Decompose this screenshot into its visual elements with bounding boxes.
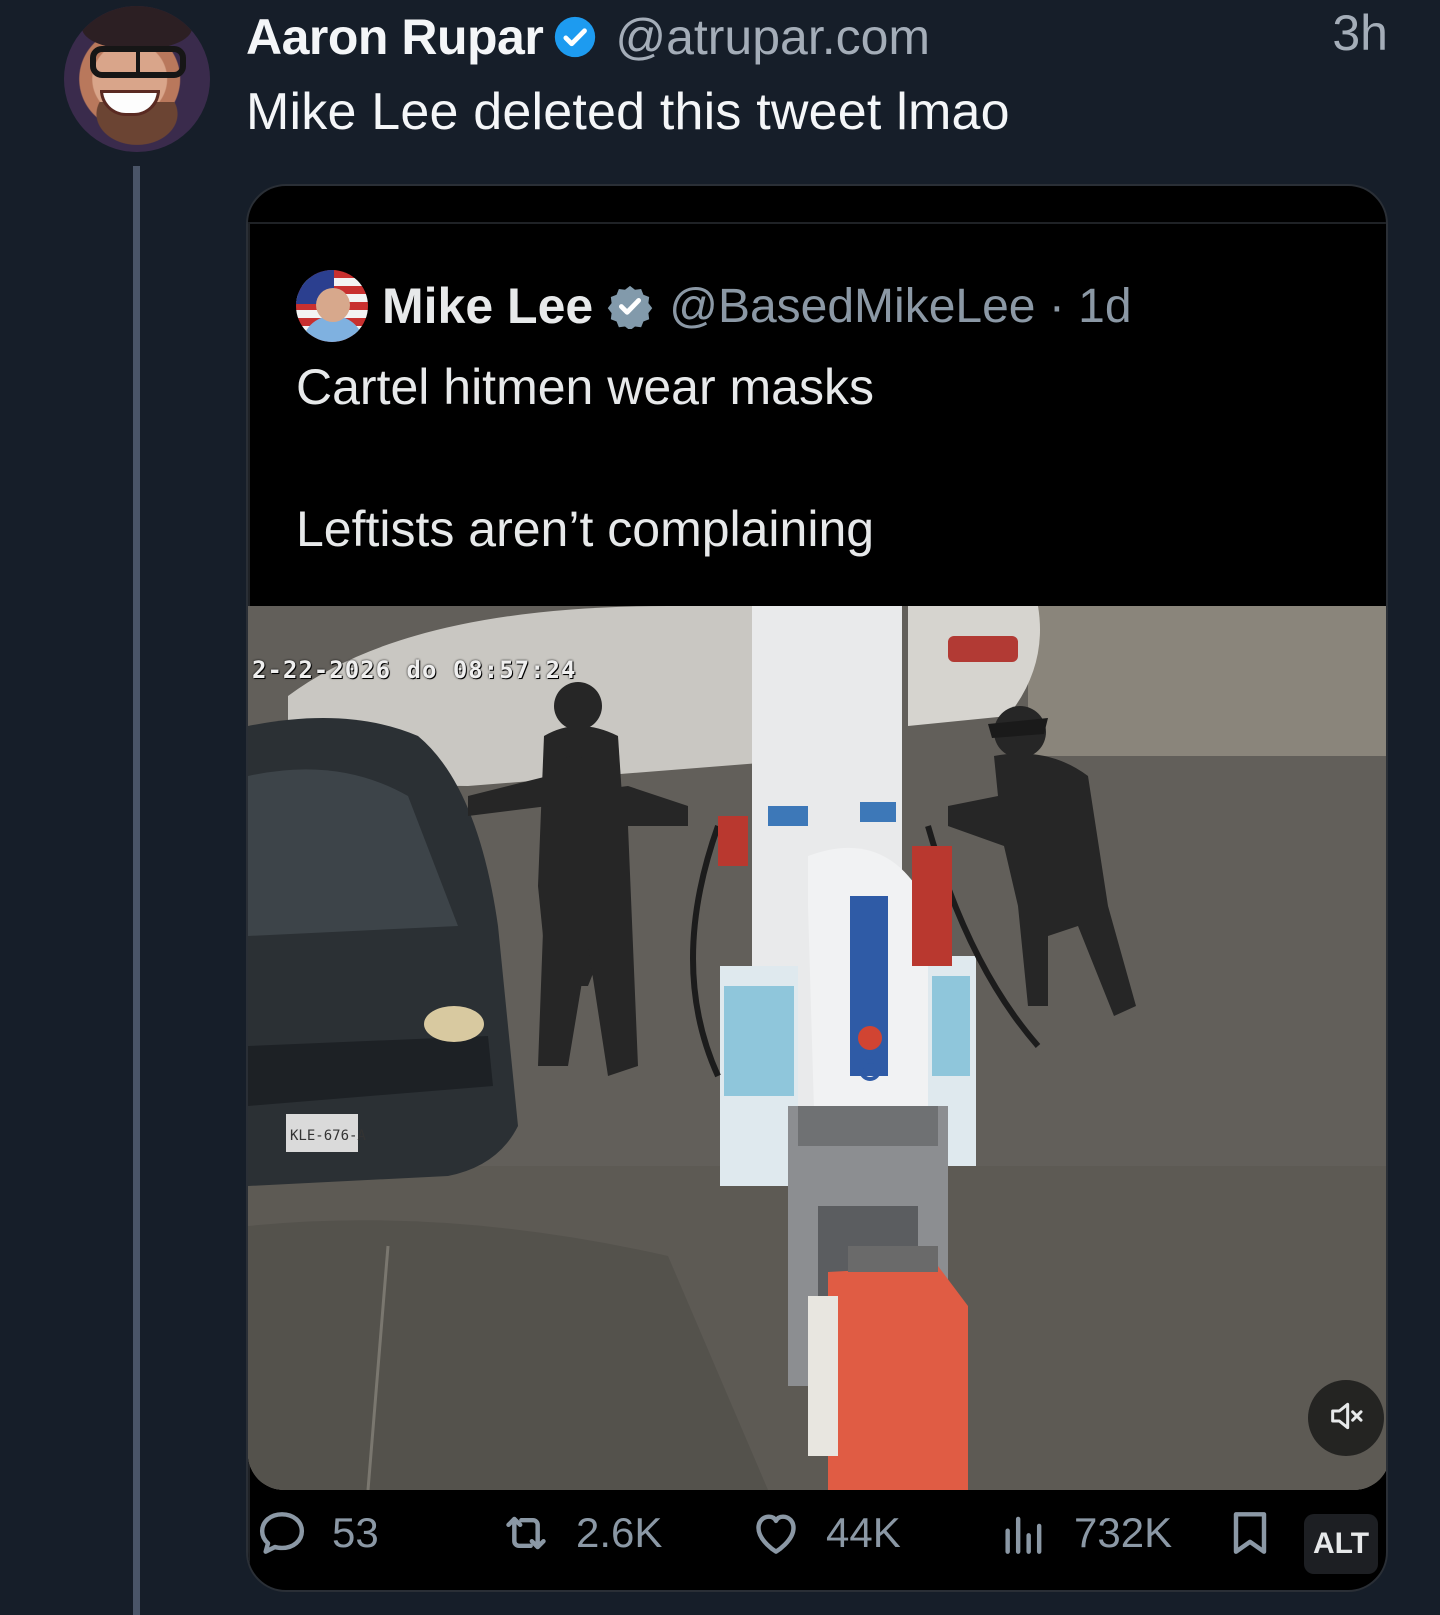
quoted-handle-time: @BasedMikeLee · 1d	[669, 279, 1132, 333]
post: Aaron Rupar @atrupar.com 3h Mike Lee del…	[0, 0, 1440, 1615]
verified-icon	[607, 283, 653, 331]
thread-line	[133, 166, 140, 1615]
reply-count: 53	[332, 1509, 379, 1556]
license-plate: KLE-676-A	[290, 1128, 366, 1144]
mute-button[interactable]	[1308, 1380, 1384, 1456]
bookmark-icon	[1233, 1512, 1267, 1554]
reply-button[interactable]: 53	[254, 1498, 379, 1568]
verified-icon	[553, 15, 597, 59]
post-header: Aaron Rupar @atrupar.com	[246, 4, 1352, 70]
quoted-author-name: Mike Lee	[382, 278, 594, 334]
quoted-avatar	[296, 270, 368, 342]
surveillance-video-frame: KLE-676-A	[248, 606, 1386, 1490]
author-handle[interactable]: @atrupar.com	[615, 8, 930, 66]
video-player[interactable]: KLE-676-A 2-22-2026 do 08:57:24	[248, 606, 1386, 1490]
like-button[interactable]: 44K	[748, 1498, 901, 1568]
author-avatar[interactable]	[64, 6, 210, 152]
mute-icon	[1326, 1396, 1366, 1441]
bookmark-button[interactable]	[1222, 1498, 1278, 1568]
repost-icon	[506, 1516, 546, 1550]
reply-icon	[259, 1512, 305, 1554]
repost-button[interactable]: 2.6K	[498, 1498, 662, 1568]
views-icon	[1005, 1516, 1042, 1554]
media-card[interactable]: Mike Lee @BasedMikeLee · 1d Cartel hitme…	[246, 184, 1388, 1592]
quoted-text-line-1: Cartel hitmen wear masks	[296, 359, 874, 415]
author-name[interactable]: Aaron Rupar	[246, 8, 544, 66]
post-timestamp[interactable]: 3h	[1332, 4, 1388, 62]
post-text: Mike Lee deleted this tweet lmao	[246, 83, 1010, 141]
quoted-header: Mike Lee @BasedMikeLee · 1d	[296, 270, 1132, 342]
like-icon	[756, 1514, 796, 1554]
views-button[interactable]: 732K	[996, 1498, 1172, 1568]
like-count: 44K	[826, 1509, 901, 1556]
action-bar: 53 2.6K 44K 732K	[248, 1498, 1386, 1568]
quoted-text-line-2: Leftists aren’t complaining	[296, 501, 875, 557]
alt-text-badge[interactable]: ALT	[1304, 1514, 1378, 1574]
view-count: 732K	[1074, 1509, 1173, 1556]
video-timestamp-overlay: 2-22-2026 do 08:57:24	[252, 656, 577, 684]
repost-count: 2.6K	[576, 1509, 663, 1556]
